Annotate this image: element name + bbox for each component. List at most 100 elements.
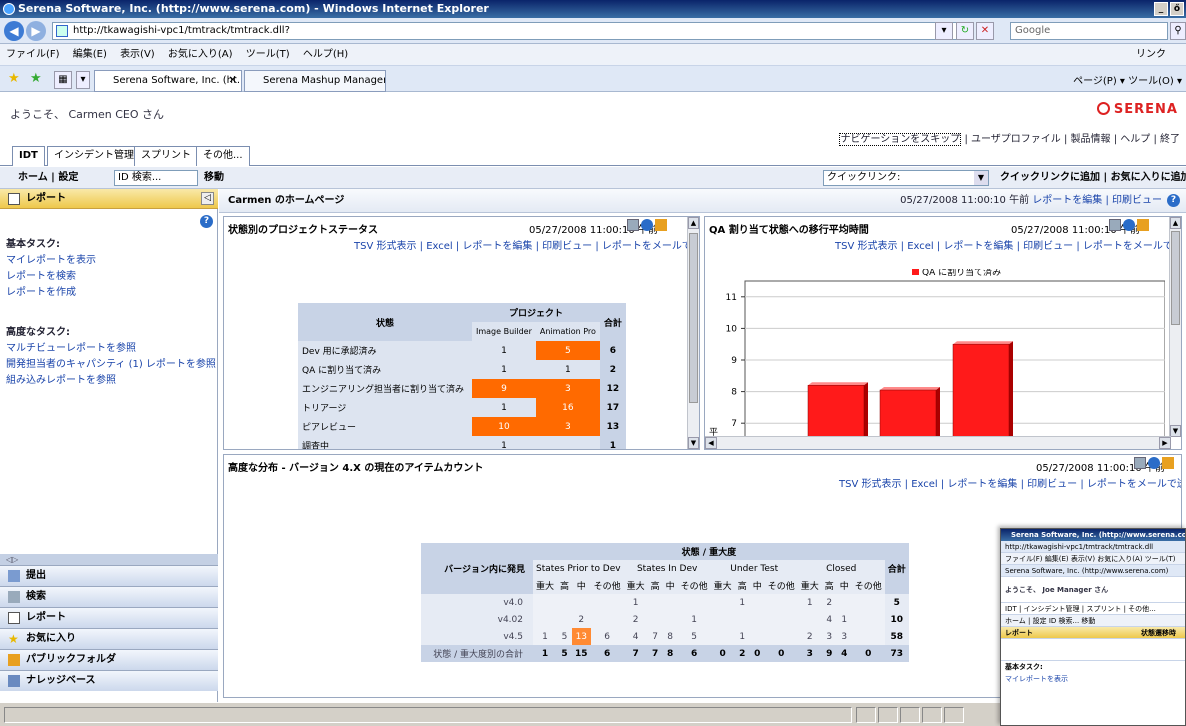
menu-edit[interactable]: 編集(E) bbox=[73, 49, 107, 60]
scroll-up-icon[interactable]: ▲ bbox=[1170, 217, 1181, 229]
help-icon[interactable]: ? bbox=[1167, 194, 1180, 207]
tab-list-icon[interactable]: ▾ bbox=[76, 71, 90, 89]
scroll-left-icon[interactable]: ◀ bbox=[705, 437, 717, 449]
help-icon[interactable] bbox=[1148, 457, 1160, 469]
scroll-right-icon[interactable]: ▶ bbox=[1159, 437, 1171, 449]
thumbnail-tab: Serena Software, Inc. (http://www.serena… bbox=[1001, 565, 1185, 577]
scroll-thumb[interactable] bbox=[1171, 231, 1180, 325]
menu-tools[interactable]: ツール(T) bbox=[246, 49, 290, 60]
y-tick-label: 9 bbox=[731, 356, 737, 366]
tab-idt[interactable]: IDT bbox=[12, 146, 45, 166]
close-icon[interactable] bbox=[655, 219, 667, 231]
link-search-reports[interactable]: レポートを検索 bbox=[6, 269, 96, 285]
table-row: エンジニアリング担当者に割り当て済み 9 3 12 bbox=[298, 379, 626, 398]
scroll-up-icon[interactable]: ▲ bbox=[688, 217, 699, 229]
help-icon[interactable] bbox=[641, 219, 653, 231]
cell-value: 1 bbox=[535, 360, 600, 379]
horizontal-scrollbar[interactable]: ◀ ▶ bbox=[705, 436, 1171, 449]
browser-tab-serena[interactable]: Serena Software, Inc. (ht... ✕ bbox=[94, 70, 242, 92]
print-icon[interactable] bbox=[1134, 457, 1146, 469]
close-icon[interactable] bbox=[1137, 219, 1149, 231]
home-page-header: Carmen のホームページ 05/27/2008 11:00:10 午前 レポ… bbox=[219, 189, 1186, 213]
tab-other[interactable]: その他... bbox=[196, 146, 250, 166]
col-total: 合計 bbox=[884, 543, 909, 594]
collapse-icon[interactable]: ◁ bbox=[201, 192, 214, 205]
panel-title: 高度な分布 - バージョン 4.X の現在のアイテムカウント bbox=[228, 463, 484, 474]
panel-links[interactable]: TSV 形式表示 | Excel | レポートを編集 | 印刷ビュー | レポー… bbox=[839, 475, 1181, 490]
back-icon[interactable]: ◀ bbox=[4, 21, 24, 41]
url-input[interactable]: http://tkawagishi-vpc1/tmtrack/tmtrack.d… bbox=[52, 22, 957, 40]
refresh-icon[interactable]: ↻ bbox=[956, 22, 974, 40]
links-label[interactable]: リンク bbox=[1136, 44, 1166, 66]
sidebar-item-favorites[interactable]: ★ お気に入り bbox=[0, 628, 218, 649]
panel-links[interactable]: TSV 形式表示 | Excel | レポートを編集 | 印刷ビュー | レポー… bbox=[354, 237, 699, 252]
severity-label: 中 bbox=[662, 577, 678, 594]
cell-value bbox=[677, 594, 711, 611]
close-icon[interactable] bbox=[1162, 457, 1174, 469]
tab-sprint[interactable]: スプリント bbox=[134, 146, 198, 166]
cell-value: 3 bbox=[535, 417, 600, 436]
close-tab-icon[interactable]: ✕ bbox=[229, 71, 237, 91]
sidebar-item-submit[interactable]: 提出 bbox=[0, 565, 218, 586]
tab-incident[interactable]: インシデント管理 bbox=[47, 146, 141, 166]
menu-view[interactable]: 表示(V) bbox=[120, 49, 155, 60]
browser-tab-mashup[interactable]: Serena Mashup Manager 20... bbox=[244, 70, 386, 92]
search-input[interactable]: Google bbox=[1010, 22, 1168, 40]
link-create-report[interactable]: レポートを作成 bbox=[6, 285, 96, 301]
menu-help[interactable]: ヘルプ(H) bbox=[303, 49, 348, 60]
menu-file[interactable]: ファイル(F) bbox=[6, 49, 60, 60]
cell-value: 1 bbox=[472, 436, 536, 449]
sidebar-item-knowledge[interactable]: ナレッジベース bbox=[0, 670, 218, 691]
total-value: 6 bbox=[677, 645, 711, 662]
print-icon[interactable] bbox=[1109, 219, 1121, 231]
add-quicklink-links[interactable]: クイックリンクに追加 | お気に入りに追加 bbox=[1000, 167, 1186, 189]
page-icon bbox=[56, 25, 68, 37]
sidebar-header: レポート ◁ bbox=[0, 189, 218, 209]
menu-favorites[interactable]: お気に入り(A) bbox=[168, 49, 233, 60]
cell-value bbox=[749, 611, 765, 628]
restore-button[interactable]: ő bbox=[1170, 2, 1184, 16]
sidebar-item-public-folder[interactable]: パブリックフォルダ bbox=[0, 649, 218, 670]
page-links[interactable]: レポートを編集 | 印刷ビュー bbox=[1032, 195, 1162, 206]
go-button[interactable]: 移動 bbox=[204, 167, 224, 189]
scroll-down-icon[interactable]: ▼ bbox=[1170, 425, 1181, 437]
thumbnail-blank bbox=[1001, 639, 1185, 661]
totals-row: 状態 / 重大度別の合計 1 5 15 6 7 7 8 6 0 2 0 0 3 9 4 0 73 bbox=[421, 645, 909, 662]
sidebar-item-report[interactable]: レポート bbox=[0, 607, 218, 628]
dropdown-icon[interactable]: ▾ bbox=[935, 22, 953, 40]
id-search-input[interactable]: ID 検索... bbox=[114, 170, 198, 186]
scrollbar[interactable]: ▲ ▼ bbox=[687, 217, 699, 449]
print-icon[interactable] bbox=[627, 219, 639, 231]
col-state: 状態 bbox=[298, 303, 472, 341]
sidebar-item-search[interactable]: 検索 bbox=[0, 586, 218, 607]
scroll-thumb[interactable] bbox=[689, 233, 698, 403]
status-segment bbox=[856, 707, 876, 723]
link-builtin[interactable]: 組み込みレポートを参照 bbox=[6, 373, 216, 389]
search-icon[interactable]: ⚲ bbox=[1170, 22, 1186, 40]
thumbnail-sidebar-header: レポート 状態遷移時 bbox=[1001, 627, 1185, 639]
thumbnail-window[interactable]: Serena Software, Inc. (http://www.serena… bbox=[1000, 528, 1186, 726]
minimize-button[interactable]: _ bbox=[1154, 2, 1168, 16]
quick-tabs-icon[interactable]: ▦ bbox=[54, 71, 72, 89]
link-capacity[interactable]: 開発担当者のキャパシティ (1) レポートを参照 bbox=[6, 357, 216, 373]
total-value: 2 bbox=[734, 645, 750, 662]
link-my-reports[interactable]: マイレポートを表示 bbox=[6, 253, 96, 269]
cell-value: 1 bbox=[677, 611, 711, 628]
help-icon[interactable] bbox=[1123, 219, 1135, 231]
add-favorite-icon[interactable]: ★ bbox=[30, 71, 42, 86]
help-icon[interactable]: ? bbox=[200, 215, 213, 228]
stop-icon[interactable]: ✕ bbox=[976, 22, 994, 40]
quicklink-select[interactable]: クイックリンク: ▼ bbox=[823, 170, 989, 186]
link-multiview[interactable]: マルチビューレポートを参照 bbox=[6, 341, 216, 357]
home-settings-links[interactable]: ホーム | 設定 bbox=[18, 167, 78, 189]
scrollbar[interactable]: ▲ ▼ bbox=[1169, 217, 1181, 437]
panel-links[interactable]: TSV 形式表示 | Excel | レポートを編集 | 印刷ビュー | レポー… bbox=[835, 237, 1181, 252]
forward-icon[interactable]: ▶ bbox=[26, 21, 46, 41]
thumbnail-menu: ファイル(F) 編集(E) 表示(V) お気に入り(A) ツール(T) bbox=[1001, 553, 1185, 565]
splitter-handle[interactable]: ◁▷ bbox=[0, 554, 218, 565]
thumbnail-link: マイレポートを表示 bbox=[1005, 675, 1068, 683]
ie-tools[interactable]: ページ(P) ▾ ツール(O) ▾ bbox=[1073, 72, 1182, 87]
favorites-star-icon[interactable]: ★ bbox=[8, 71, 20, 86]
chevron-down-icon[interactable]: ▼ bbox=[974, 171, 988, 185]
scroll-down-icon[interactable]: ▼ bbox=[688, 437, 699, 449]
